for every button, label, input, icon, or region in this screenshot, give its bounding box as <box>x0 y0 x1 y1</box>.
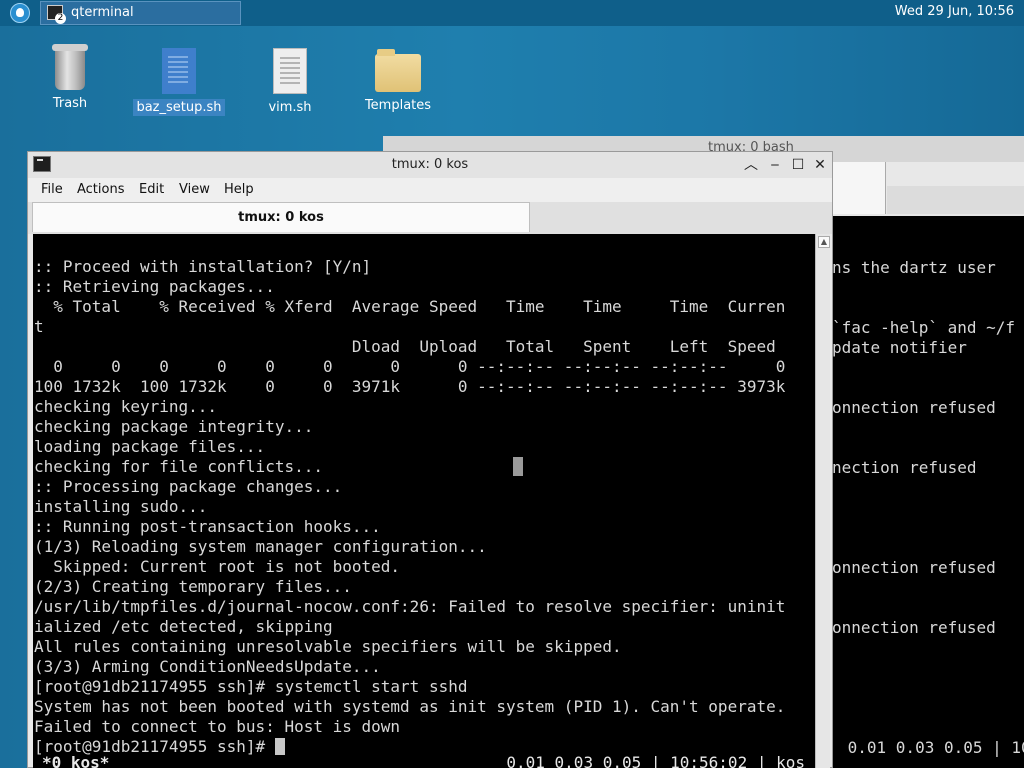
taskbar: 2 qterminal Wed 29 Jun, 10:56 <box>0 0 1024 26</box>
chevron-up-icon[interactable]: ︿ <box>741 155 761 175</box>
window-count-badge: 2 <box>55 13 66 24</box>
tabbar: tmux: 0 kos <box>28 202 832 234</box>
scroll-up-arrow-icon[interactable]: ▲ <box>818 236 830 248</box>
menu-edit[interactable]: Edit <box>139 182 164 197</box>
terminal-area[interactable]: :: Proceed with installation? [Y/n] :: R… <box>33 234 815 768</box>
menu-view[interactable]: View <box>179 182 210 197</box>
tmux-status-bar: *0 kos* 0.01 0.03 0.05 | 10:56:02 | kos <box>33 753 815 768</box>
desktop-icon-label: vim.sh <box>268 100 312 115</box>
tab-tmux-kos[interactable]: tmux: 0 kos <box>32 202 530 232</box>
background-terminal-output: ns the dartz user `fac -help` and ~/f pd… <box>832 258 1016 637</box>
background-tabbar <box>823 162 1024 216</box>
folder-icon <box>375 49 421 92</box>
desktop-icon-vim-sh[interactable]: vim.sh <box>240 48 340 115</box>
desktop-icon-label: baz_setup.sh <box>133 99 225 116</box>
tmux-window-name[interactable]: *0 kos* <box>42 753 109 768</box>
taskbar-item-label: qterminal <box>71 5 134 20</box>
trash-icon <box>52 44 88 90</box>
terminal-output: :: Proceed with installation? [Y/n] :: R… <box>34 257 786 756</box>
desktop-icon-label: Trash <box>52 96 88 111</box>
background-tab-empty[interactable] <box>887 186 1024 214</box>
desktop-icon-templates[interactable]: Templates <box>348 48 448 113</box>
text-file-icon <box>273 48 307 94</box>
taskbar-item-qterminal[interactable]: 2 qterminal <box>40 1 241 25</box>
desktop-icon-label: Templates <box>364 98 432 113</box>
terminal-window[interactable]: tmux: 0 kos ︿ ‒ ☐ ✕ File Actions Edit Vi… <box>27 151 833 768</box>
clock[interactable]: Wed 29 Jun, 10:56 <box>895 4 1014 19</box>
application-menu-icon[interactable] <box>10 3 30 23</box>
desktop-icon-baz-setup[interactable]: baz_setup.sh <box>129 48 229 116</box>
maximize-button[interactable]: ☐ <box>788 155 808 175</box>
menu-help[interactable]: Help <box>224 182 254 197</box>
menu-file[interactable]: File <box>41 182 63 197</box>
tmux-status-right: 0.01 0.03 0.05 | 10:56:02 | kos <box>506 753 805 768</box>
minimize-button[interactable]: ‒ <box>765 155 785 175</box>
menu-actions[interactable]: Actions <box>77 182 125 197</box>
window-titlebar[interactable]: tmux: 0 kos ︿ ‒ ☐ ✕ <box>28 152 832 178</box>
vertical-scrollbar[interactable]: ▲ <box>815 234 830 768</box>
close-button[interactable]: ✕ <box>810 155 830 175</box>
window-title: tmux: 0 kos <box>391 157 469 172</box>
desktop-icon-trash[interactable]: Trash <box>20 44 120 111</box>
menubar: File Actions Edit View Help <box>28 178 832 202</box>
background-status-bar: 0.01 0.03 0.05 | 10 <box>838 738 1024 757</box>
script-file-icon <box>162 48 196 94</box>
mouse-text-cursor <box>513 457 523 476</box>
